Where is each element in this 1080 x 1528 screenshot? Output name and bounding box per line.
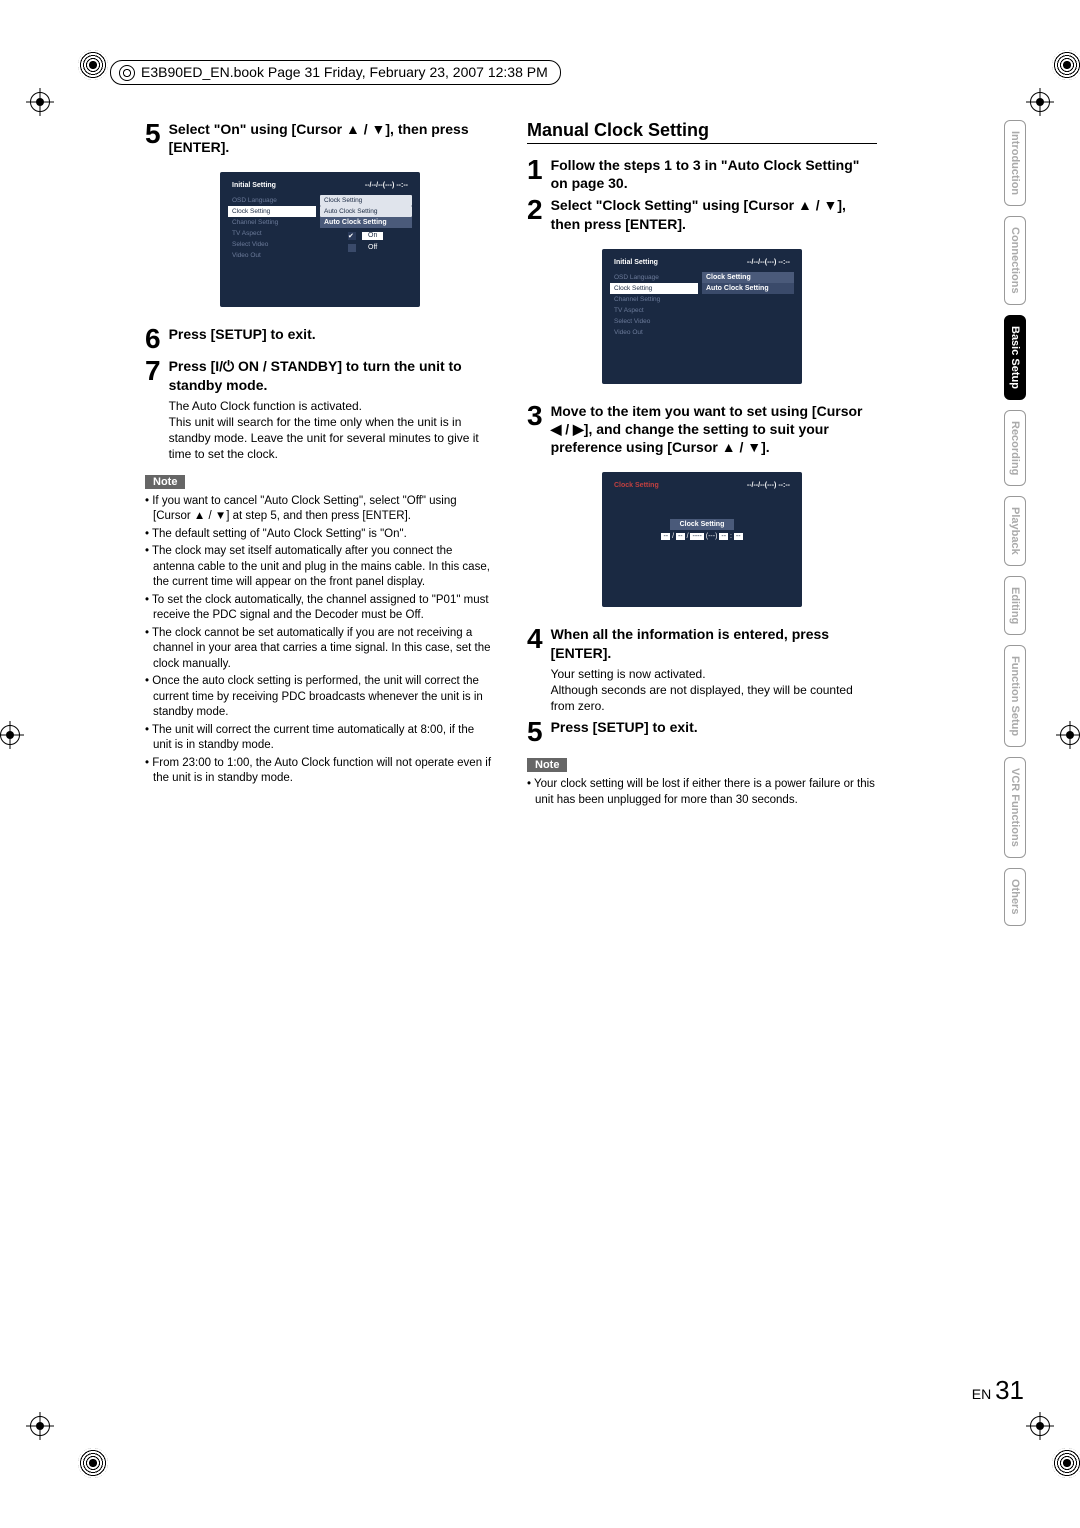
step-body-text: Your setting is now activated. Although … — [551, 666, 877, 715]
tab-basic-setup[interactable]: Basic Setup — [1004, 315, 1026, 400]
osd-panel-item: Auto Clock Setting — [702, 283, 794, 294]
crop-mark — [1030, 92, 1050, 112]
step-number: 7 — [145, 357, 161, 462]
osd-time: --/--/--(---) --:-- — [747, 259, 790, 266]
step-title: Follow the steps 1 to 3 in "Auto Clock S… — [551, 156, 877, 192]
print-target-icon — [78, 1448, 108, 1478]
check-icon: ✔ — [348, 232, 356, 240]
step-title: Press [SETUP] to exit. — [169, 325, 495, 343]
osd-panel-item: Clock Setting — [702, 272, 794, 283]
osd-clock-edit-screen: Clock Setting --/--/--(---) --:-- Clock … — [602, 472, 802, 607]
right-column: Manual Clock Setting 1 Follow the steps … — [527, 120, 877, 810]
step-4: 4 When all the information is entered, p… — [527, 625, 877, 714]
osd-menu-item: Select Video — [610, 316, 698, 327]
left-column: 5 Select "On" using [Cursor ▲ / ▼], then… — [145, 120, 495, 810]
print-target-icon — [1052, 50, 1080, 80]
tab-function-setup[interactable]: Function Setup — [1004, 645, 1026, 747]
crop-mark — [1030, 1416, 1050, 1436]
page-meta: E3B90ED_EN.book Page 31 Friday, February… — [110, 60, 561, 85]
note-item: The clock cannot be set automatically if… — [145, 626, 495, 673]
osd-menu-item: Video Out — [610, 327, 698, 338]
osd-auto-clock-screen: Initial Setting --/--/--(---) --:-- OSD … — [220, 172, 420, 307]
step-body-text: The Auto Clock function is activated. Th… — [169, 398, 495, 463]
print-target-icon — [1052, 1448, 1080, 1478]
mid-crop-mark — [0, 725, 20, 745]
osd-menu-item: Select Video — [228, 239, 316, 250]
osd-panel-header: Auto Clock Setting — [320, 217, 412, 228]
osd-clock-header: Clock Setting — [670, 519, 735, 530]
step-7: 7 Press [I/⏻ ON / STANDBY] to turn the u… — [145, 357, 495, 462]
osd-on-label: On — [362, 232, 383, 240]
page-number: EN 31 — [972, 1375, 1024, 1406]
note-label: Note — [145, 475, 185, 489]
note-item: To set the clock automatically, the chan… — [145, 593, 495, 624]
tab-editing[interactable]: Editing — [1004, 576, 1026, 635]
step-title: Select "On" using [Cursor ▲ / ▼], then p… — [169, 120, 495, 156]
osd-menu-item: TV Aspect — [610, 305, 698, 316]
osd-off-label: Off — [362, 244, 383, 252]
tab-vcr-functions[interactable]: VCR Functions — [1004, 757, 1026, 858]
step-number: 6 — [145, 325, 161, 353]
step-title: Move to the item you want to set using [… — [551, 402, 877, 457]
side-tabs: Introduction Connections Basic Setup Rec… — [1004, 120, 1032, 936]
osd-menu-item: Clock Setting — [228, 206, 316, 217]
osd-sub-item: Clock Setting — [320, 195, 412, 206]
tab-recording[interactable]: Recording — [1004, 410, 1026, 486]
osd-menu-item: OSD Language — [610, 272, 698, 283]
step-number: 3 — [527, 402, 543, 457]
osd-time: --/--/--(---) --:-- — [747, 482, 790, 489]
step-title: Press [SETUP] to exit. — [551, 718, 877, 736]
step-2: 2 Select "Clock Setting" using [Cursor ▲… — [527, 196, 877, 232]
note-item: Once the auto clock setting is performed… — [145, 674, 495, 721]
osd-sub-item: Auto Clock Setting — [320, 206, 412, 217]
note-item: If you want to cancel "Auto Clock Settin… — [145, 494, 495, 525]
osd-menu-item: OSD Language — [228, 195, 316, 206]
step-number: 1 — [527, 156, 543, 192]
mid-crop-mark — [1060, 725, 1080, 745]
note-item: The default setting of "Auto Clock Setti… — [145, 527, 495, 543]
crop-mark — [30, 92, 50, 112]
tab-connections[interactable]: Connections — [1004, 216, 1026, 305]
osd-title: Initial Setting — [614, 259, 658, 266]
note-list: If you want to cancel "Auto Clock Settin… — [145, 494, 495, 787]
step-title: Press [I/⏻ ON / STANDBY] to turn the uni… — [169, 357, 495, 393]
page-label: EN — [972, 1386, 991, 1402]
step-number: 2 — [527, 196, 543, 232]
osd-menu-item: TV Aspect — [228, 228, 316, 239]
print-target-icon — [78, 50, 108, 80]
tab-playback[interactable]: Playback — [1004, 496, 1026, 566]
osd-menu-item: Clock Setting — [610, 283, 698, 294]
section-title: Manual Clock Setting — [527, 120, 877, 144]
osd-title: Initial Setting — [232, 182, 276, 189]
step-3: 3 Move to the item you want to set using… — [527, 402, 877, 457]
step-5b: 5 Press [SETUP] to exit. — [527, 718, 877, 746]
note-list: Your clock setting will be lost if eithe… — [527, 777, 877, 808]
osd-title: Clock Setting — [614, 482, 659, 489]
note-item: From 23:00 to 1:00, the Auto Clock funct… — [145, 756, 495, 787]
check-icon — [348, 244, 356, 252]
step-6: 6 Press [SETUP] to exit. — [145, 325, 495, 353]
step-number: 5 — [145, 120, 161, 156]
step-5: 5 Select "On" using [Cursor ▲ / ▼], then… — [145, 120, 495, 156]
page-number-value: 31 — [995, 1375, 1024, 1405]
osd-menu-item: Channel Setting — [228, 217, 316, 228]
step-title: Select "Clock Setting" using [Cursor ▲ /… — [551, 196, 877, 232]
crop-mark — [30, 1416, 50, 1436]
osd-time: --/--/--(---) --:-- — [365, 182, 408, 189]
osd-clock-select-screen: Initial Setting --/--/--(---) --:-- OSD … — [602, 249, 802, 384]
tab-others[interactable]: Others — [1004, 868, 1026, 925]
osd-clock-value: -- / -- / ---- (---) -- : -- — [610, 533, 794, 540]
step-number: 5 — [527, 718, 543, 746]
step-title: When all the information is entered, pre… — [551, 625, 877, 661]
osd-menu-item: Channel Setting — [610, 294, 698, 305]
tab-introduction[interactable]: Introduction — [1004, 120, 1026, 206]
note-label: Note — [527, 758, 567, 772]
note-item: Your clock setting will be lost if eithe… — [527, 777, 877, 808]
step-number: 4 — [527, 625, 543, 714]
note-item: The clock may set itself automatically a… — [145, 544, 495, 591]
step-1: 1 Follow the steps 1 to 3 in "Auto Clock… — [527, 156, 877, 192]
note-item: The unit will correct the current time a… — [145, 723, 495, 754]
osd-menu-item: Video Out — [228, 250, 316, 261]
